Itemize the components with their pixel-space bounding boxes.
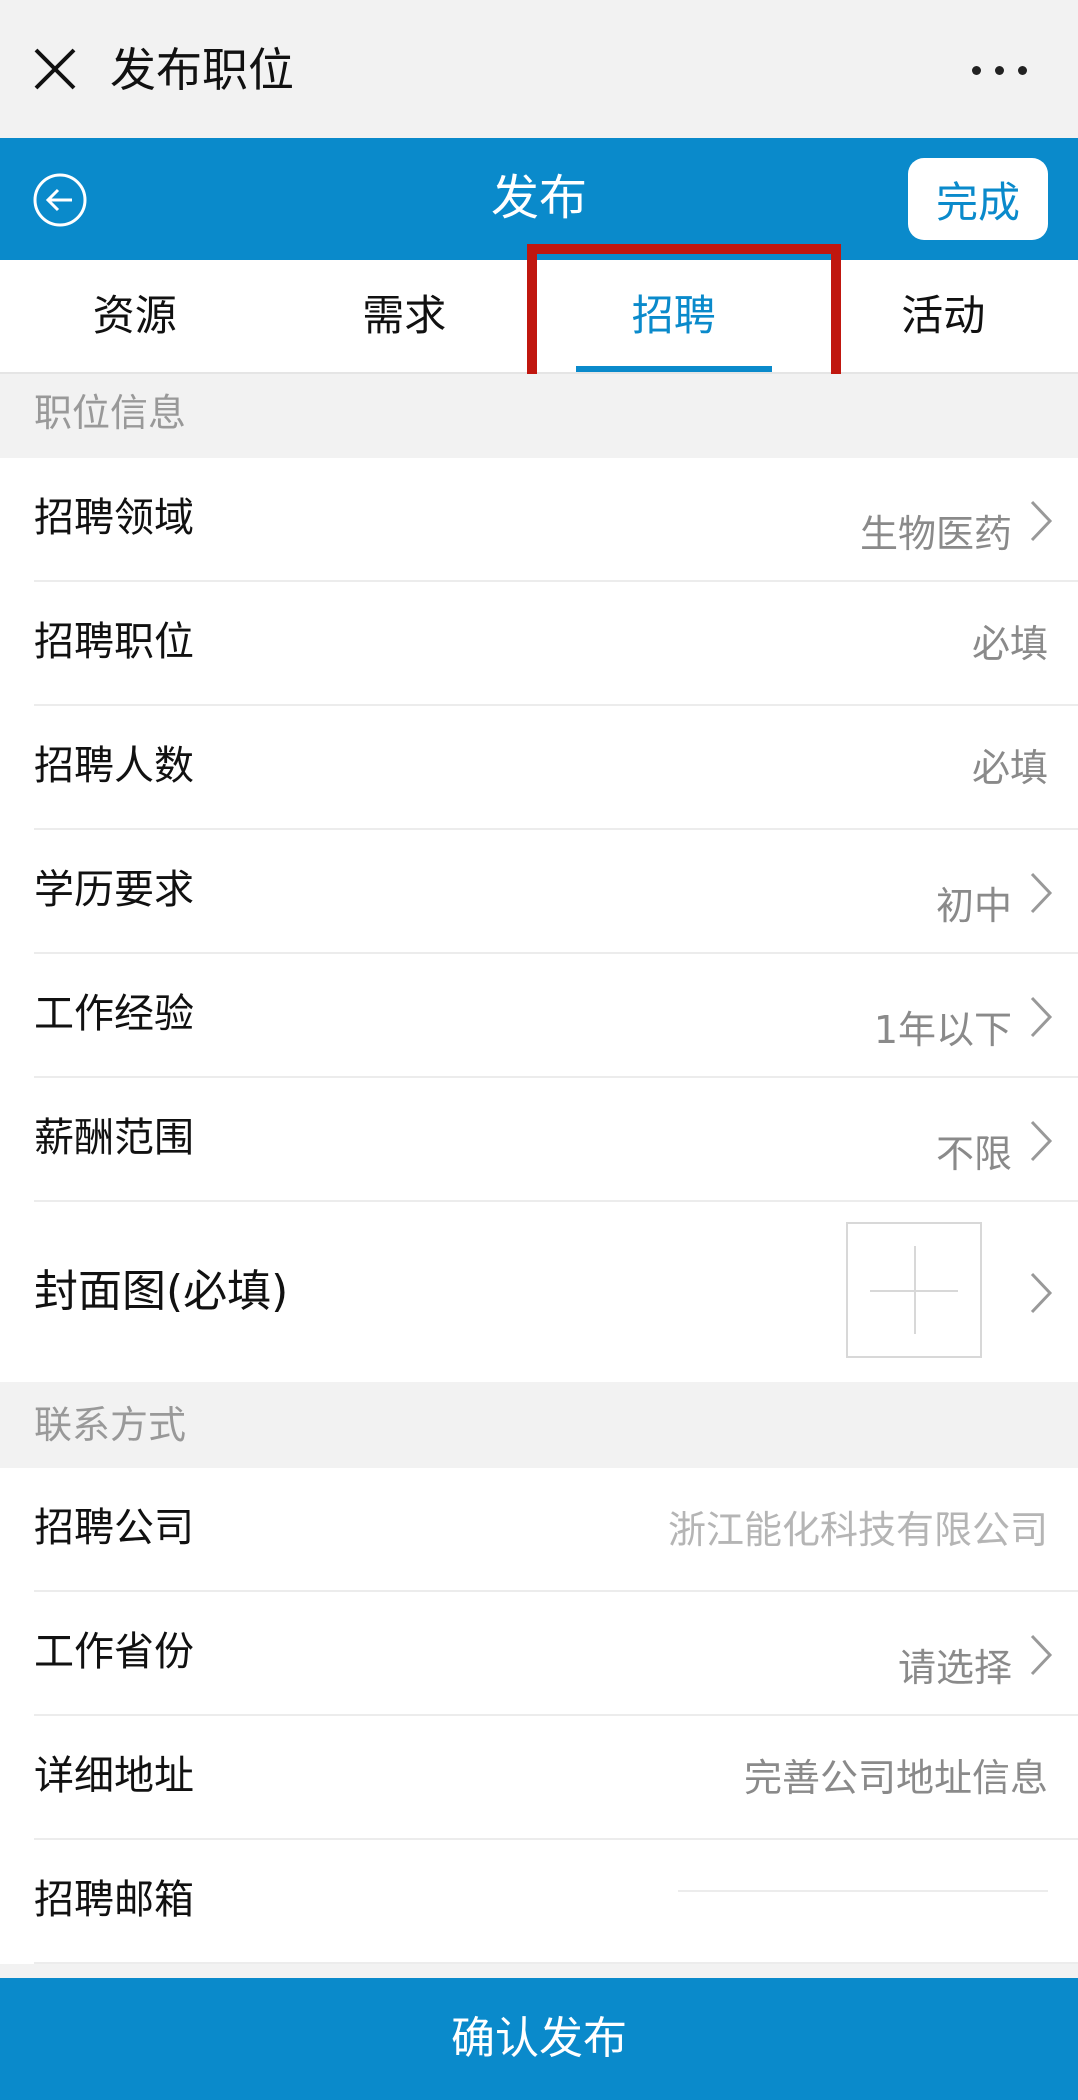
headcount-input[interactable]: 必填 bbox=[972, 740, 1048, 796]
row-email[interactable]: 招聘邮箱 bbox=[34, 1840, 1078, 1964]
company-input[interactable]: 浙江能化科技有限公司 bbox=[668, 1502, 1048, 1558]
row-address[interactable]: 详细地址 完善公司地址信息 bbox=[34, 1716, 1078, 1840]
row-recruit-field[interactable]: 招聘领域 生物医药 bbox=[34, 458, 1078, 582]
chevron-right-icon bbox=[1030, 872, 1053, 914]
row-label: 详细地址 bbox=[34, 1753, 194, 1799]
tab-demands[interactable]: 需求 bbox=[270, 260, 540, 372]
row-cover-image[interactable]: 封面图(必填) bbox=[34, 1202, 1078, 1382]
chevron-right-icon bbox=[1030, 1120, 1053, 1162]
row-value: 生物医药 bbox=[859, 512, 1012, 556]
row-label: 封面图(必填) bbox=[34, 1266, 289, 1317]
window-bar: 发布职位 bbox=[0, 0, 1078, 138]
row-recruit-headcount[interactable]: 招聘人数 必填 bbox=[34, 706, 1078, 830]
section-header-job-info: 职位信息 bbox=[0, 374, 1078, 458]
email-input[interactable] bbox=[678, 1890, 1048, 1892]
position-input[interactable]: 必填 bbox=[972, 616, 1048, 672]
row-label: 薪酬范围 bbox=[34, 1115, 194, 1161]
job-info-list: 招聘领域 生物医药 招聘职位 必填 招聘人数 必填 学历要求 初中 工作经验 1… bbox=[0, 458, 1078, 1382]
confirm-publish-button[interactable]: 确认发布 bbox=[0, 1978, 1078, 2100]
row-value: 初中 bbox=[935, 884, 1012, 928]
done-button[interactable]: 完成 bbox=[908, 158, 1048, 240]
row-label: 招聘职位 bbox=[34, 619, 194, 665]
chevron-right-icon bbox=[1030, 1272, 1053, 1314]
row-value: 不限 bbox=[935, 1132, 1012, 1176]
row-recruit-position[interactable]: 招聘职位 必填 bbox=[34, 582, 1078, 706]
tab-activities[interactable]: 活动 bbox=[809, 260, 1078, 372]
add-image-button[interactable] bbox=[846, 1222, 982, 1358]
plus-icon-vertical bbox=[914, 1246, 916, 1334]
chevron-right-icon bbox=[1030, 500, 1053, 542]
header-bar: 发布 完成 bbox=[0, 138, 1078, 260]
row-label: 工作经验 bbox=[34, 991, 194, 1037]
address-input[interactable]: 完善公司地址信息 bbox=[744, 1750, 1048, 1806]
row-label: 招聘人数 bbox=[34, 743, 194, 789]
row-salary[interactable]: 薪酬范围 不限 bbox=[34, 1078, 1078, 1202]
row-education[interactable]: 学历要求 初中 bbox=[34, 830, 1078, 954]
chevron-right-icon bbox=[1030, 1634, 1053, 1676]
row-value: 请选择 bbox=[897, 1646, 1012, 1690]
row-company[interactable]: 招聘公司 浙江能化科技有限公司 bbox=[34, 1468, 1078, 1592]
tab-resources[interactable]: 资源 bbox=[0, 260, 270, 372]
section-header-contact: 联系方式 bbox=[0, 1382, 1078, 1468]
row-label: 招聘公司 bbox=[34, 1505, 194, 1551]
chevron-right-icon bbox=[1030, 996, 1053, 1038]
row-experience[interactable]: 工作经验 1年以下 bbox=[34, 954, 1078, 1078]
row-province[interactable]: 工作省份 请选择 bbox=[34, 1592, 1078, 1716]
row-label: 工作省份 bbox=[34, 1629, 194, 1675]
more-options-icon[interactable] bbox=[972, 66, 1028, 76]
row-value: 1年以下 bbox=[873, 1008, 1012, 1052]
row-label: 招聘邮箱 bbox=[34, 1877, 194, 1923]
close-icon[interactable] bbox=[30, 44, 80, 94]
row-label: 学历要求 bbox=[34, 867, 194, 913]
contact-list: 招聘公司 浙江能化科技有限公司 工作省份 请选择 详细地址 完善公司地址信息 招… bbox=[0, 1468, 1078, 1964]
row-label: 招聘领域 bbox=[34, 495, 194, 541]
window-title: 发布职位 bbox=[110, 43, 294, 97]
